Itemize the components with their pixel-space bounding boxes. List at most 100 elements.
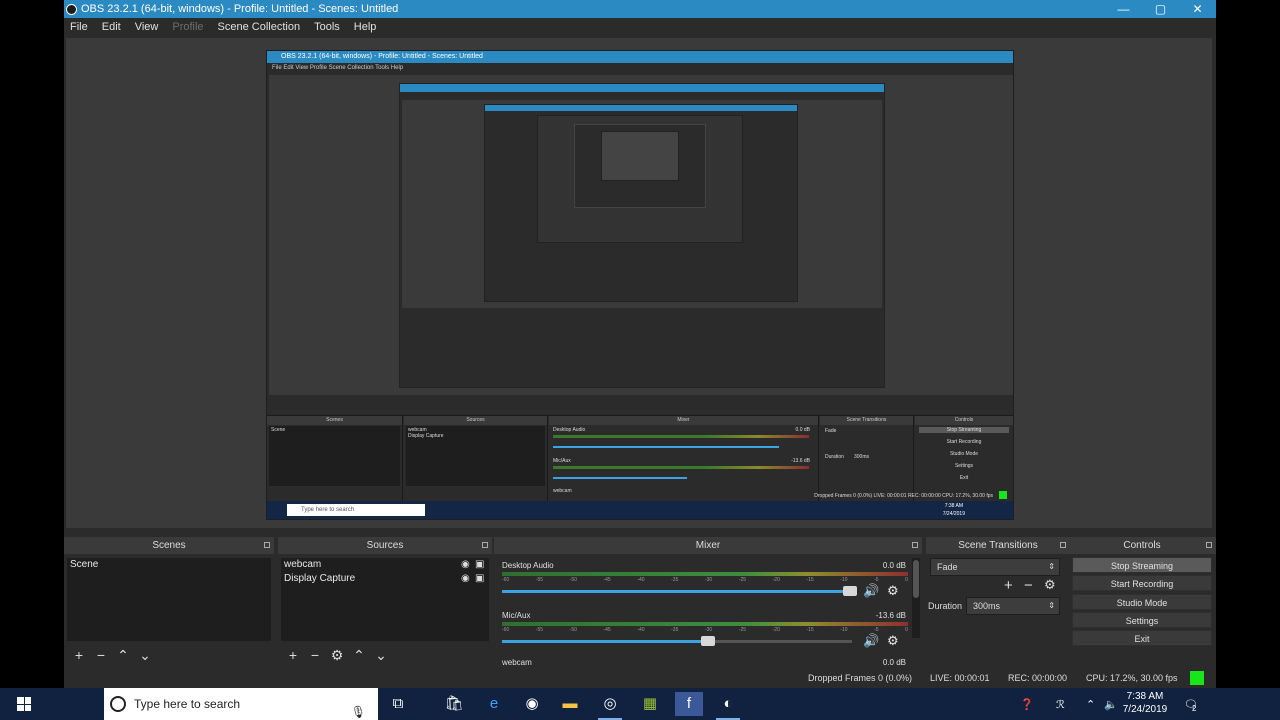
- undock-icon[interactable]: [264, 542, 270, 548]
- add-icon[interactable]: +: [286, 647, 300, 663]
- move-down-icon[interactable]: ⌄: [374, 647, 388, 664]
- studio-mode-button[interactable]: Studio Mode: [1072, 594, 1212, 610]
- speaker-icon[interactable]: 🔊: [863, 583, 879, 599]
- scene-item[interactable]: Scene: [67, 558, 271, 572]
- transitions-dock: Scene Transitions Fade ⇕ + − ⚙ Duration …: [926, 537, 1070, 669]
- nested-capture-3: [484, 104, 798, 302]
- maximize-button[interactable]: ▢: [1142, 2, 1179, 16]
- microphone-icon[interactable]: 🎙: [351, 696, 366, 720]
- notification-count: 2: [1191, 703, 1197, 713]
- nested-title-3: [485, 105, 797, 111]
- scrollbar-thumb[interactable]: [913, 560, 919, 598]
- sources-toolbar: + − ⚙ ⌃ ⌄: [286, 647, 388, 664]
- mixer-header: Mixer: [494, 537, 922, 554]
- chevron-up-icon[interactable]: ⌃: [1086, 688, 1095, 720]
- menu-view[interactable]: View: [135, 21, 159, 33]
- nested-mixer: Mixer Desktop Audio 0.0 dB Mic/Aux -13.6…: [549, 416, 819, 502]
- app-icon[interactable]: ▦: [636, 692, 664, 716]
- duration-spinbox[interactable]: 300ms ⇕: [966, 597, 1060, 615]
- facebook-icon[interactable]: f: [675, 692, 703, 716]
- start-button[interactable]: [0, 688, 48, 720]
- edge-icon[interactable]: e: [480, 692, 508, 716]
- transitions-header: Scene Transitions: [926, 537, 1070, 554]
- eye-icon[interactable]: ◉: [461, 560, 471, 570]
- tick-label: -55: [535, 577, 544, 583]
- tick-label: -50: [569, 577, 577, 583]
- menu-edit[interactable]: Edit: [102, 21, 121, 33]
- spin-icon[interactable]: ⇕: [1048, 598, 1055, 614]
- volume-meter: [502, 572, 908, 576]
- start-recording-button[interactable]: Start Recording: [1072, 575, 1212, 591]
- eye-icon[interactable]: ◉: [461, 574, 471, 584]
- settings-button[interactable]: Settings: [1072, 612, 1212, 628]
- nested-capture-4: [537, 115, 743, 243]
- nested-controls: Controls Stop Streaming Start Recording …: [915, 416, 1013, 502]
- obs-taskbar-icon[interactable]: ◐: [714, 692, 742, 720]
- mixer-scrollbar[interactable]: [912, 558, 920, 638]
- stop-streaming-button[interactable]: Stop Streaming: [1072, 557, 1212, 573]
- gear-icon[interactable]: ⚙: [1044, 577, 1056, 593]
- preview-canvas[interactable]: OBS 23.2.1 (64-bit, windows) - Profile: …: [66, 38, 1212, 528]
- exit-button[interactable]: Exit: [1072, 630, 1212, 646]
- app-icon[interactable]: ◉: [518, 692, 546, 716]
- docks-area: Scenes Scene + − ⌃ ⌄ Sources webcam ◉ ▣ …: [64, 537, 1216, 669]
- chrome-icon[interactable]: ◎: [596, 692, 624, 720]
- undock-icon[interactable]: [1206, 542, 1212, 548]
- menu-profile[interactable]: Profile: [172, 21, 203, 33]
- volume-fader-knob[interactable]: [701, 636, 715, 646]
- close-button[interactable]: ✕: [1179, 2, 1216, 16]
- menu-tools[interactable]: Tools: [314, 21, 340, 33]
- file-explorer-icon[interactable]: ▬: [556, 692, 584, 716]
- tick-label: 0: [905, 627, 908, 633]
- sources-header: Sources: [278, 537, 492, 554]
- nested-title-2: [400, 84, 884, 92]
- undock-icon[interactable]: [912, 542, 918, 548]
- gear-icon[interactable]: ⚙: [887, 633, 899, 649]
- transition-selected: Fade: [937, 562, 958, 572]
- tick-label: -20: [772, 627, 780, 633]
- channel-db: -13.6 dB: [875, 611, 906, 620]
- lock-icon[interactable]: ▣: [475, 560, 485, 570]
- nested-ctrl-2: Studio Mode: [949, 451, 979, 457]
- source-item[interactable]: Display Capture ◉ ▣: [281, 572, 489, 586]
- remove-icon[interactable]: −: [308, 647, 322, 663]
- move-up-icon[interactable]: ⌃: [116, 647, 130, 664]
- notification-icon[interactable]: 🗨 2: [1184, 688, 1198, 720]
- move-down-icon[interactable]: ⌄: [138, 647, 152, 664]
- sources-dock: Sources webcam ◉ ▣ Display Capture ◉ ▣ +…: [278, 537, 492, 669]
- volume-fader-knob[interactable]: [843, 586, 857, 596]
- scenes-list[interactable]: Scene: [67, 558, 271, 641]
- minimize-button[interactable]: —: [1105, 2, 1142, 16]
- add-icon[interactable]: +: [72, 647, 86, 663]
- people-icon[interactable]: ℛ: [1056, 688, 1065, 720]
- duration-label: Duration: [928, 601, 963, 611]
- lock-icon[interactable]: ▣: [475, 574, 485, 584]
- menu-help[interactable]: Help: [354, 21, 377, 33]
- gear-icon[interactable]: ⚙: [887, 583, 899, 599]
- speaker-icon[interactable]: 🔊: [863, 633, 879, 649]
- tick-label: -45: [603, 627, 611, 633]
- help-icon[interactable]: ❓: [1020, 688, 1034, 720]
- source-item[interactable]: webcam ◉ ▣: [281, 558, 489, 572]
- taskbar-clock[interactable]: 7:38 AM 7/24/2019: [1115, 690, 1175, 716]
- move-up-icon[interactable]: ⌃: [352, 647, 366, 664]
- menu-file[interactable]: File: [70, 21, 88, 33]
- sources-list[interactable]: webcam ◉ ▣ Display Capture ◉ ▣: [281, 558, 489, 641]
- sources-title: Sources: [366, 540, 404, 551]
- mixer-channel: Mic/Aux -13.6 dB -60 -55 -50 -45 -40 -35…: [500, 611, 908, 659]
- undock-icon[interactable]: [482, 542, 488, 548]
- task-view-icon[interactable]: ⧉: [384, 692, 412, 716]
- taskbar-search[interactable]: Type here to search 🎙: [104, 688, 378, 720]
- menu-scene-collection[interactable]: Scene Collection: [218, 21, 301, 33]
- tick-label: -40: [637, 627, 645, 633]
- nested-transition: Fade: [825, 428, 837, 434]
- gear-icon[interactable]: ⚙: [330, 647, 344, 664]
- tick-label: -45: [603, 577, 611, 583]
- remove-icon[interactable]: −: [1024, 577, 1033, 594]
- obs-logo-icon: [66, 3, 77, 15]
- undock-icon[interactable]: [1060, 542, 1066, 548]
- transition-select[interactable]: Fade ⇕: [930, 558, 1060, 576]
- add-icon[interactable]: +: [1004, 577, 1013, 594]
- store-icon[interactable]: 🛍: [440, 692, 468, 716]
- remove-icon[interactable]: −: [94, 647, 108, 663]
